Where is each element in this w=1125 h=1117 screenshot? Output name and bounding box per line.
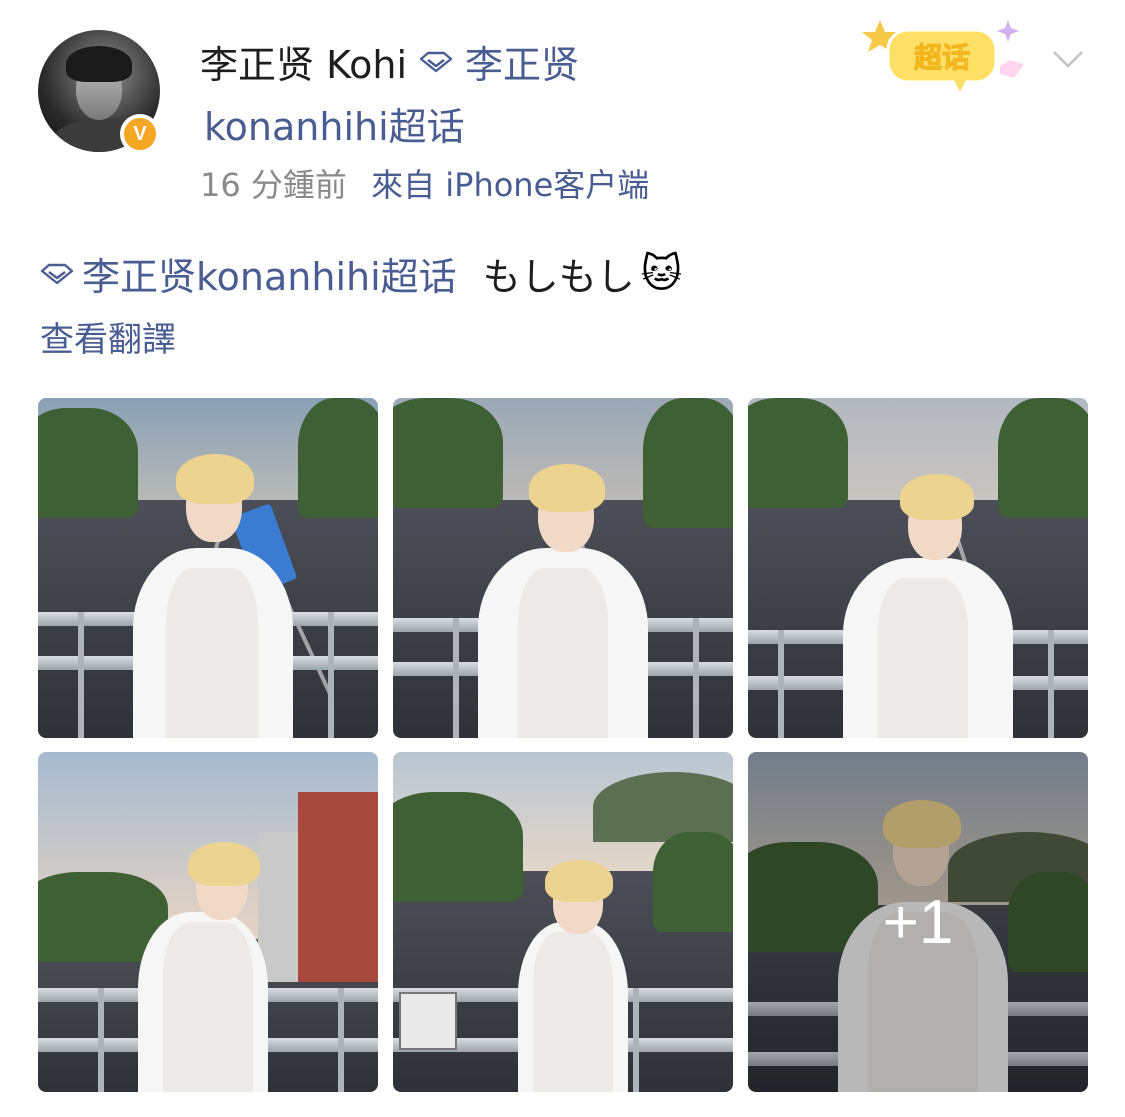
post-source: 來自 iPhone客户端 (371, 166, 650, 204)
post-body: 李正贤konanhihi超话 もしもし 🐱 (40, 246, 682, 301)
super-topic-diamond-icon (419, 51, 453, 72)
topic-tag-link[interactable]: 李正贤konanhihi超话 (82, 246, 457, 301)
post-text: もしもし (482, 255, 635, 299)
super-topic-badge-icon[interactable]: 超话 (858, 14, 1034, 98)
photo-2[interactable] (393, 398, 733, 738)
post-time: 16 分鍾前 (200, 166, 347, 204)
photo-6[interactable]: +1 (748, 752, 1088, 1092)
photo-5[interactable] (393, 752, 733, 1092)
photo-1[interactable] (38, 398, 378, 738)
author-name[interactable]: 李正贤 Kohi (200, 34, 407, 89)
badge-label: 超话 (914, 41, 970, 74)
super-topic-link-continued[interactable]: konanhihi超话 (204, 96, 465, 151)
avatar-hair-shape (66, 46, 132, 82)
topic-diamond-icon (40, 263, 74, 284)
verified-badge-icon: V (120, 114, 160, 154)
author-line: 李正贤 Kohi 李正贤 (200, 34, 579, 89)
super-topic-link[interactable]: 李正贤 (465, 34, 579, 89)
weibo-post: V 李正贤 Kohi 李正贤 konanhihi超话 16 分鍾前 來自 iPh… (0, 0, 1125, 1117)
translate-link[interactable]: 查看翻譯 (40, 312, 176, 361)
cat-emoji: 🐱 (640, 250, 683, 297)
more-photos-count[interactable]: +1 (748, 752, 1088, 1092)
chevron-down-icon[interactable] (1050, 40, 1086, 76)
post-meta: 16 分鍾前 來自 iPhone客户端 (200, 160, 649, 206)
photo-4[interactable] (38, 752, 378, 1092)
photo-3[interactable] (748, 398, 1088, 738)
